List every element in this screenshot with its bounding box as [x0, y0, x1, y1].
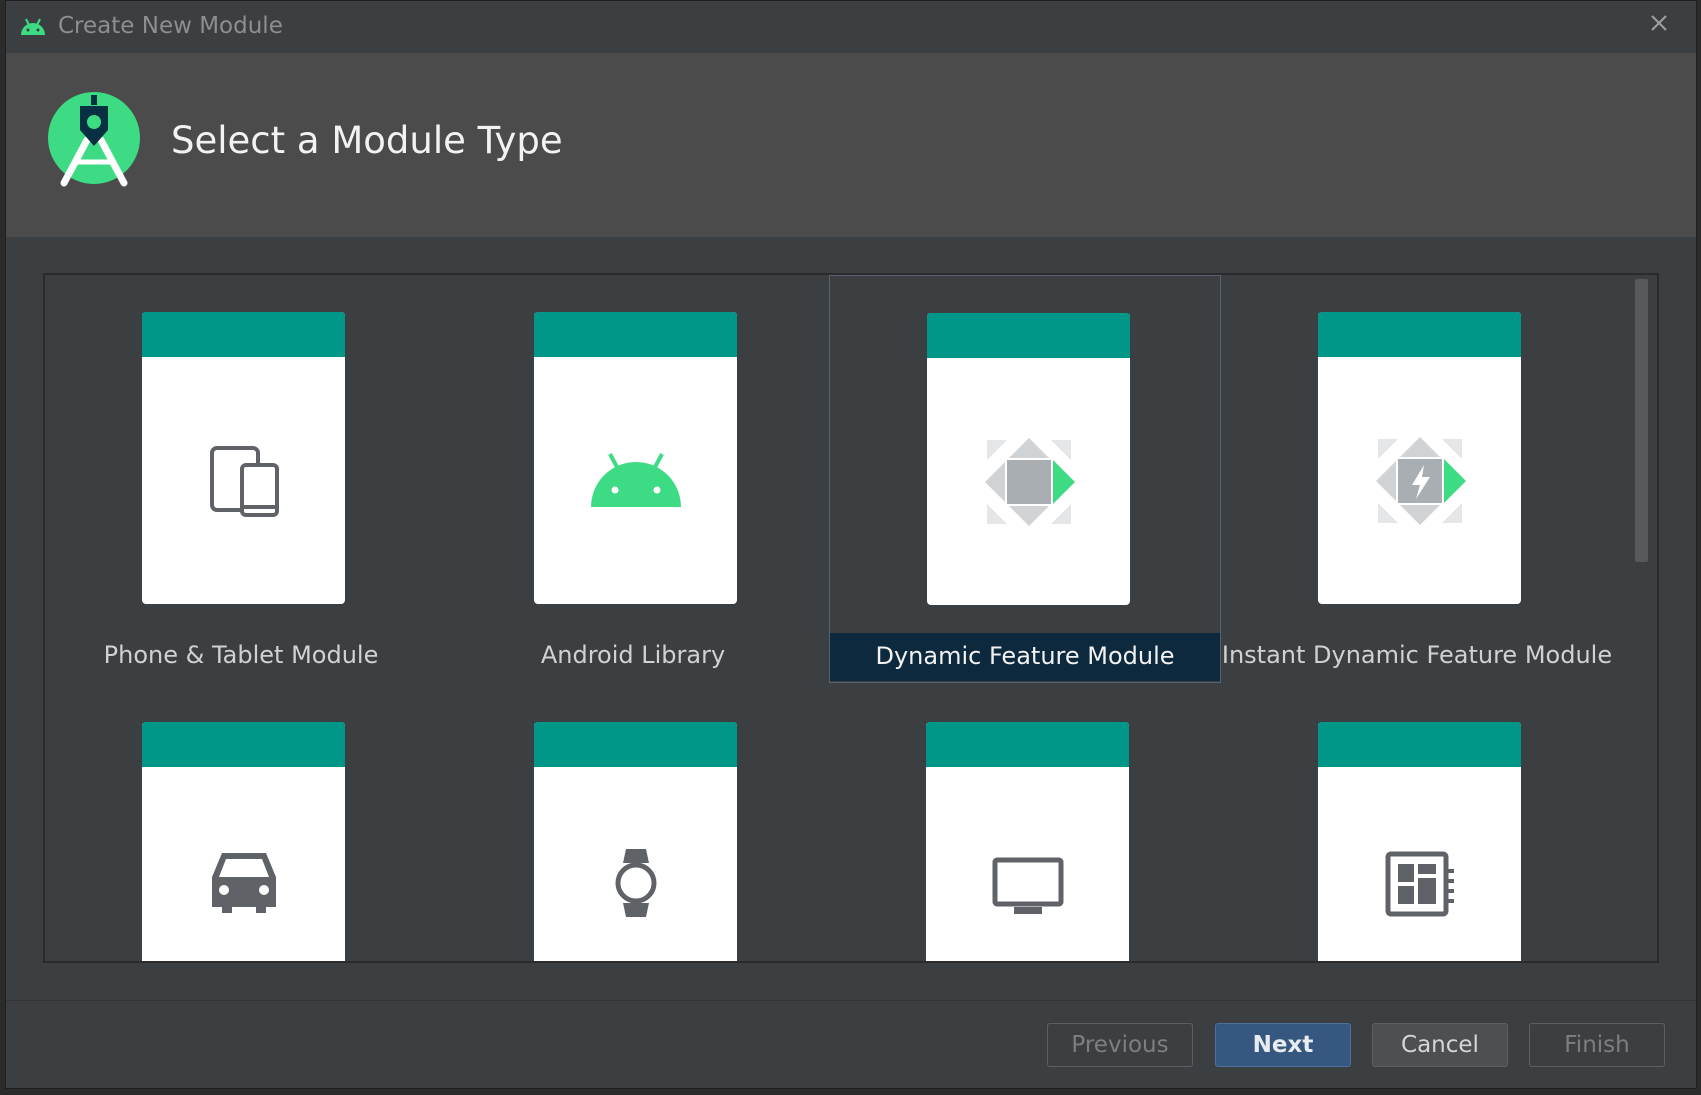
car-icon	[211, 853, 276, 913]
finish-button[interactable]: Finish	[1529, 1023, 1665, 1067]
card-header-band	[534, 312, 737, 357]
dynamic-feature-icon	[984, 437, 1075, 526]
card-header-band	[926, 722, 1129, 767]
module-card	[1318, 312, 1521, 604]
module-card	[142, 722, 345, 961]
gallery-scrollbar[interactable]	[1635, 279, 1648, 562]
card-header-band	[534, 722, 737, 767]
module-tile-dynamic-feature[interactable]: Dynamic Feature Module	[829, 275, 1221, 683]
module-label: Instant Dynamic Feature Module	[1221, 641, 1613, 669]
wizard-header: Select a Module Type	[6, 53, 1696, 237]
page-title: Select a Module Type	[171, 119, 563, 162]
module-tile-android-library[interactable]: Android Library	[437, 275, 829, 683]
module-card	[142, 312, 345, 604]
module-label: Phone & Tablet Module	[103, 641, 379, 669]
card-header-band	[142, 722, 345, 767]
card-header-band	[1318, 312, 1521, 357]
module-gallery: Phone & Tablet Module Android Library Dy…	[43, 273, 1659, 963]
card-header-band	[142, 312, 345, 357]
title-bar: Create New Module	[6, 1, 1696, 53]
things-board-icon	[1385, 851, 1454, 917]
android-head-icon	[590, 452, 681, 507]
footer-divider	[6, 1000, 1696, 1001]
module-card	[534, 312, 737, 604]
module-label: Android Library	[540, 641, 726, 669]
card-header-band	[1318, 722, 1521, 767]
previous-button[interactable]: Previous	[1047, 1023, 1193, 1067]
android-studio-logo	[48, 92, 140, 187]
create-module-dialog: Create New Module Select a Module Type P…	[5, 0, 1697, 1089]
module-tile-instant-dynamic-feature[interactable]: Instant Dynamic Feature Module	[1221, 275, 1613, 683]
module-card	[1318, 722, 1521, 961]
card-header-band	[927, 313, 1130, 358]
instant-dynamic-feature-icon	[1375, 436, 1466, 525]
cancel-button[interactable]: Cancel	[1372, 1023, 1508, 1067]
window-title: Create New Module	[58, 13, 283, 39]
module-card	[926, 722, 1129, 961]
phone-tablet-icon	[209, 445, 279, 517]
android-icon	[21, 18, 45, 35]
next-button[interactable]: Next	[1215, 1023, 1351, 1067]
module-card	[927, 313, 1130, 605]
module-tile-wear[interactable]	[437, 685, 829, 961]
tv-icon	[992, 857, 1063, 914]
module-tile-phone-tablet[interactable]: Phone & Tablet Module	[45, 275, 437, 683]
module-tile-things[interactable]	[1221, 685, 1613, 961]
watch-icon	[615, 849, 656, 917]
close-icon[interactable]	[1650, 14, 1668, 32]
module-tile-tv[interactable]	[829, 685, 1221, 961]
module-label: Dynamic Feature Module	[830, 633, 1220, 681]
module-card	[534, 722, 737, 961]
module-tile-automotive[interactable]	[45, 685, 437, 961]
